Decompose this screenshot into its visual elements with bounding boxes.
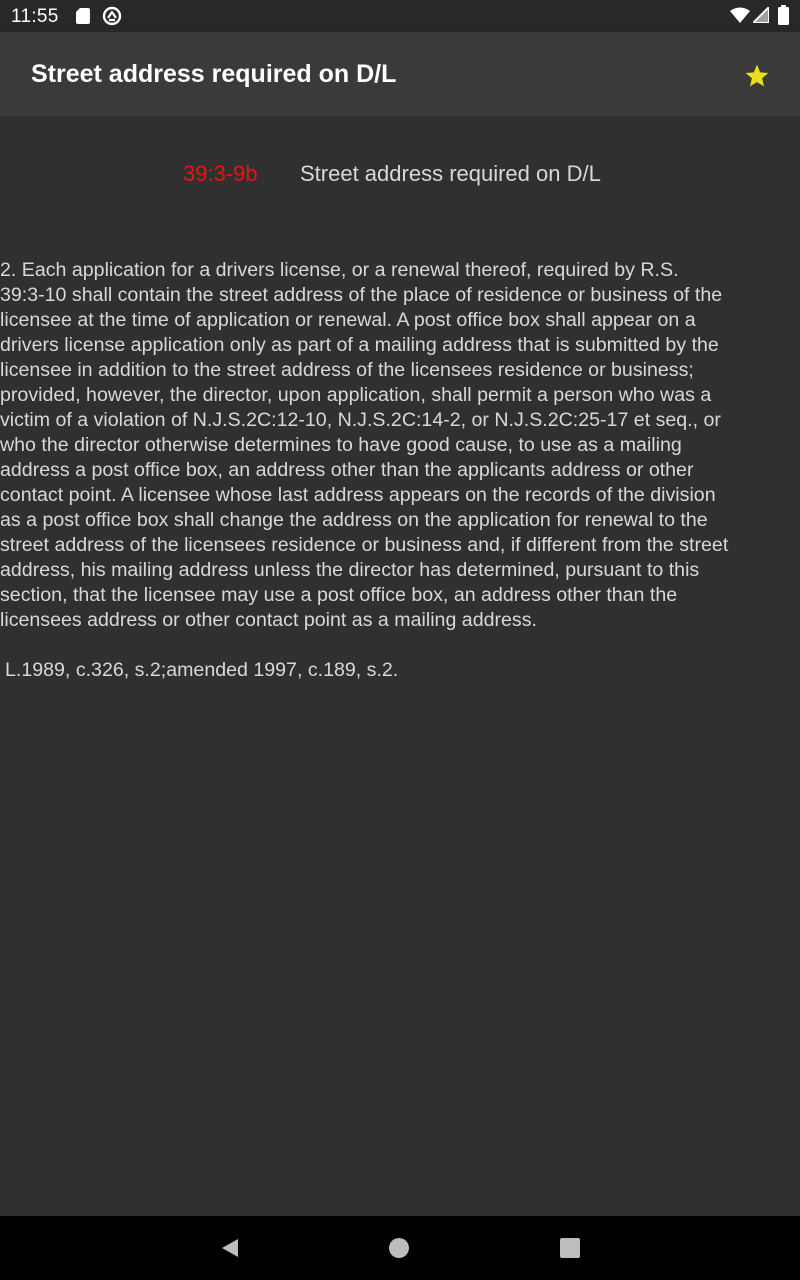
section-number: 39:3-9b — [183, 161, 258, 186]
status-time: 11:55 — [11, 6, 59, 27]
page-title: Street address required on D/L — [31, 60, 397, 88]
recents-square-icon — [560, 1238, 580, 1258]
navigation-bar — [0, 1216, 800, 1280]
cell-signal-icon — [753, 7, 769, 23]
back-triangle-icon — [222, 1239, 238, 1257]
statute-content: 39:3-9b Street address required on D/L 2… — [0, 116, 800, 1216]
section-title: Street address required on D/L — [300, 161, 601, 186]
nav-home-button[interactable] — [385, 1234, 413, 1262]
section-body-text: 2. Each application for a drivers licens… — [0, 259, 729, 631]
wifi-icon — [730, 7, 750, 23]
star-icon — [745, 64, 769, 87]
nav-back-button[interactable] — [216, 1234, 244, 1262]
section-history: L.1989, c.326, s.2;amended 1997, c.189, … — [5, 659, 399, 681]
battery-icon — [778, 5, 789, 25]
home-circle-icon — [389, 1238, 409, 1258]
sd-card-icon — [76, 8, 90, 24]
nav-recents-button[interactable] — [556, 1234, 584, 1262]
favorite-button[interactable] — [735, 54, 779, 98]
sync-icon — [102, 6, 122, 26]
status-bar: 11:55 — [0, 0, 800, 32]
app-bar: Street address required on D/L — [0, 32, 800, 116]
